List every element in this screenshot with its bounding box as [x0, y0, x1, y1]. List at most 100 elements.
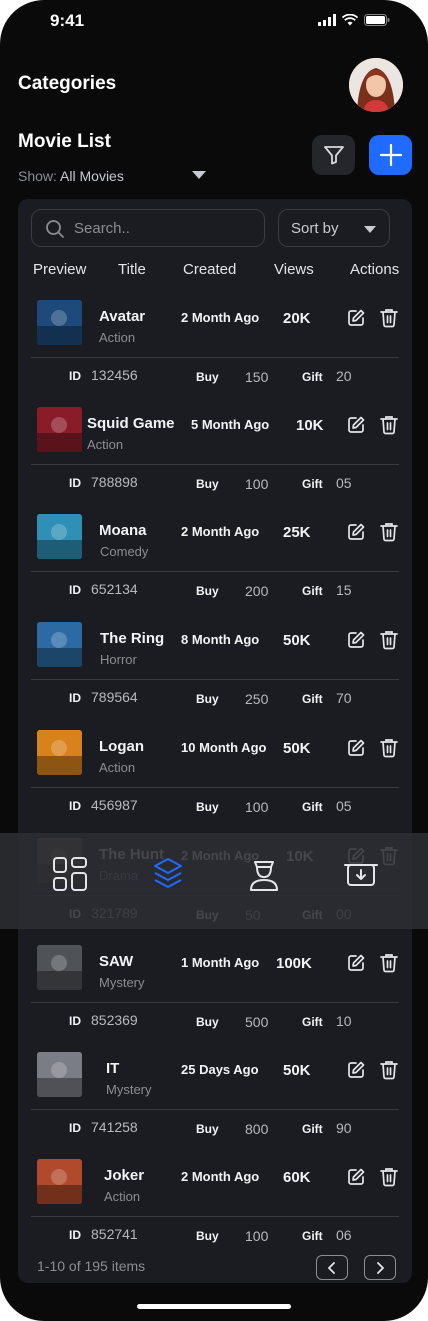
edit-icon — [348, 416, 365, 433]
tab-categories[interactable] — [150, 856, 186, 892]
movie-title[interactable]: IT — [106, 1060, 119, 1077]
movie-title[interactable]: SAW — [99, 953, 133, 970]
avatar-image — [349, 58, 403, 112]
filter-icon — [323, 146, 344, 165]
buy-count: 800 — [245, 1121, 269, 1137]
table-row: The Ring Horror 8 Month Ago 50K ID 78956… — [0, 615, 428, 722]
gift-count: 06 — [336, 1227, 352, 1243]
search-input[interactable]: Search.. — [31, 209, 265, 247]
avatar[interactable] — [349, 58, 403, 112]
movie-id: 788898 — [91, 474, 138, 490]
edit-icon — [348, 523, 365, 540]
search-placeholder: Search.. — [74, 220, 130, 237]
movie-title[interactable]: Joker — [104, 1167, 144, 1184]
movie-id: 741258 — [91, 1119, 138, 1135]
movie-title[interactable]: Moana — [99, 522, 147, 539]
tab-downloads[interactable] — [343, 856, 379, 892]
show-dropdown-caret-icon[interactable] — [192, 171, 206, 179]
gift-label: Gift — [302, 584, 323, 598]
filter-button[interactable] — [312, 135, 355, 175]
prev-page-button[interactable] — [316, 1255, 348, 1280]
delete-button[interactable] — [379, 521, 399, 547]
edit-button[interactable] — [346, 1060, 366, 1085]
chevron-left-icon — [328, 1261, 335, 1274]
edit-button[interactable] — [346, 522, 366, 547]
next-page-button[interactable] — [364, 1255, 396, 1280]
trash-icon — [380, 1061, 398, 1080]
edit-button[interactable] — [346, 953, 366, 978]
edit-button[interactable] — [346, 1167, 366, 1192]
id-label: ID — [69, 369, 81, 383]
row-divider — [31, 679, 399, 680]
column-header-views: Views — [274, 261, 314, 278]
buy-label: Buy — [196, 477, 219, 491]
buy-label: Buy — [196, 584, 219, 598]
movie-id: 132456 — [91, 367, 138, 383]
add-button[interactable] — [369, 135, 412, 175]
trash-icon — [380, 523, 398, 542]
chevron-right-icon — [377, 1261, 384, 1274]
edit-button[interactable] — [346, 738, 366, 763]
movie-title[interactable]: Logan — [99, 738, 144, 755]
movie-genre: Mystery — [106, 1082, 152, 1097]
row-divider — [31, 357, 399, 358]
buy-count: 250 — [245, 691, 269, 707]
show-filter[interactable]: Show: All Movies — [18, 168, 124, 184]
movie-poster[interactable] — [37, 730, 82, 775]
buy-count: 100 — [245, 476, 269, 492]
edit-button[interactable] — [346, 630, 366, 655]
id-label: ID — [69, 476, 81, 490]
movie-id: 852369 — [91, 1012, 138, 1028]
edit-icon — [348, 1168, 365, 1185]
delete-button[interactable] — [379, 952, 399, 978]
tab-dashboard[interactable] — [52, 856, 88, 892]
movie-title[interactable]: The Ring — [100, 630, 164, 647]
movie-created: 2 Month Ago — [181, 524, 260, 539]
id-label: ID — [69, 1014, 81, 1028]
movie-id: 652134 — [91, 581, 138, 597]
movie-poster[interactable] — [37, 514, 82, 559]
buy-label: Buy — [196, 1015, 219, 1029]
edit-button[interactable] — [346, 308, 366, 333]
movie-created: 10 Month Ago — [181, 740, 267, 755]
movie-poster[interactable] — [37, 622, 82, 667]
edit-icon — [348, 631, 365, 648]
delete-button[interactable] — [379, 629, 399, 655]
movie-title[interactable]: Squid Game — [87, 415, 175, 432]
table-row: Squid Game Action 5 Month Ago 10K ID 788… — [0, 400, 428, 507]
delete-button[interactable] — [379, 1166, 399, 1192]
show-label: Show: — [18, 168, 57, 184]
gift-count: 70 — [336, 690, 352, 706]
movie-poster[interactable] — [37, 945, 82, 990]
movie-poster[interactable] — [37, 1052, 82, 1097]
gift-label: Gift — [302, 1015, 323, 1029]
movie-title[interactable]: Avatar — [99, 308, 145, 325]
movie-poster[interactable] — [37, 300, 82, 345]
buy-count: 500 — [245, 1014, 269, 1030]
buy-count: 100 — [245, 799, 269, 815]
movie-views: 50K — [283, 632, 311, 649]
tab-users[interactable] — [246, 856, 282, 892]
id-label: ID — [69, 1228, 81, 1242]
bottom-tab-bar — [0, 833, 428, 929]
delete-button[interactable] — [379, 307, 399, 333]
sort-dropdown[interactable]: Sort by — [278, 209, 390, 247]
gift-count: 90 — [336, 1120, 352, 1136]
phone-screen: 9:41 Categories Movie List Show: All Mov… — [0, 0, 428, 1321]
gift-count: 05 — [336, 798, 352, 814]
edit-icon — [348, 309, 365, 326]
delete-button[interactable] — [379, 1059, 399, 1085]
wifi-icon — [342, 14, 358, 26]
delete-button[interactable] — [379, 737, 399, 763]
table-row: Moana Comedy 2 Month Ago 25K ID 652134 B… — [0, 507, 428, 614]
table-row: Joker Action 2 Month Ago 60K ID 852741 B… — [0, 1152, 428, 1259]
edit-button[interactable] — [346, 415, 366, 440]
table-row: Avatar Action 2 Month Ago 20K ID 132456 … — [0, 293, 428, 400]
movie-poster[interactable] — [37, 1159, 82, 1204]
section-title: Movie List — [18, 131, 111, 152]
buy-label: Buy — [196, 1229, 219, 1243]
delete-button[interactable] — [379, 414, 399, 440]
movie-poster[interactable] — [37, 407, 82, 452]
row-divider — [31, 1216, 399, 1217]
row-divider — [31, 464, 399, 465]
